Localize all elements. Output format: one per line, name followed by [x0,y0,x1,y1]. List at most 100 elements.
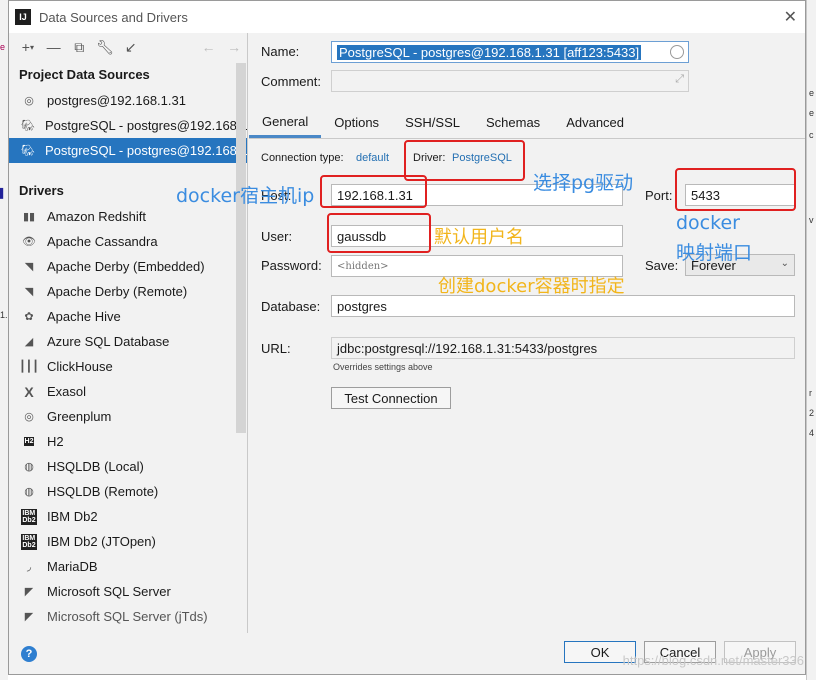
url-field[interactable]: jdbc:postgresql://192.168.1.31:5433/post… [331,337,795,359]
close-icon[interactable]: ✕ [784,7,797,27]
driver-item[interactable]: ✿ Apache Hive [9,304,247,329]
password-field[interactable]: <hidden> [331,255,623,277]
save-select-value: Forever [691,258,736,273]
driver-item-label: Azure SQL Database [47,334,170,349]
driver-item[interactable]: ◎ Greenplum [9,404,247,429]
tab-ssh-ssl[interactable]: SSH/SSL [392,107,473,138]
editor-fragment: 1. [0,310,8,320]
driver-item-label: ClickHouse [47,359,113,374]
mariadb-icon: ◞ [26,561,32,573]
remove-icon[interactable]: — [41,36,67,58]
driver-item-label: Greenplum [47,409,112,424]
ibm-db2-icon: IBM Db2 [21,508,37,525]
exasol-icon: X [24,383,34,400]
driver-item[interactable]: ◍ HSQLDB (Remote) [9,479,247,504]
elephant-icon: 🐘︎ [21,120,35,132]
postgres-icon: ◎ [24,95,34,107]
source-item[interactable]: 🐘︎ PostgreSQL - postgres@192.168.1 [9,113,247,138]
help-icon[interactable]: ? [21,646,37,662]
chevron-down-icon: ⌄ [780,258,789,269]
comment-label: Comment: [261,74,321,89]
user-field[interactable]: gaussdb [331,225,623,247]
driver-item[interactable]: ◍ HSQLDB (Local) [9,454,247,479]
window-title: Data Sources and Drivers [39,9,188,25]
azure-icon: ◢ [24,336,34,348]
clickhouse-icon: ┃┃┃ [19,361,39,373]
driver-item-label: Microsoft SQL Server [47,584,171,599]
driver-item[interactable]: X Exasol [9,379,247,404]
driver-item-label: Apache Hive [47,309,121,324]
expand-icon[interactable]: ⤢ [675,73,684,86]
cassandra-icon: 👁︎ [22,236,36,248]
port-field[interactable]: 5433 [685,184,795,206]
driver-item[interactable]: IBM Db2 IBM Db2 (JTOpen) [9,529,247,554]
hsqldb-icon: ◍ [24,486,34,498]
url-label: URL: [261,341,291,356]
driver-item[interactable]: ┃┃┃ ClickHouse [9,354,247,379]
driver-item-label: Apache Cassandra [47,234,158,249]
host-field[interactable]: 192.168.1.31 [331,184,623,206]
project-sources-heading: Project Data Sources [19,67,150,82]
driver-item[interactable]: ◥ Apache Derby (Remote) [9,279,247,304]
database-field[interactable]: postgres [331,295,795,317]
driver-item-label: Apache Derby (Remote) [47,284,188,299]
editor-fragment: 2 [809,408,815,418]
name-field[interactable]: PostgreSQL - postgres@192.168.1.31 [aff1… [331,41,689,63]
color-circle-icon[interactable] [670,45,684,59]
driver-item-label: MariaDB [47,559,98,574]
ibm-db2-icon: IBM Db2 [21,533,37,550]
name-field-value: PostgreSQL - postgres@192.168.1.31 [aff1… [337,45,642,60]
add-icon[interactable]: + ▾ [15,36,41,58]
redshift-icon: ▮▮ [22,211,36,223]
tab-advanced[interactable]: Advanced [553,107,637,138]
user-label: User: [261,229,293,244]
driver-link[interactable]: PostgreSQL [452,152,512,164]
driver-item-label: HSQLDB (Remote) [47,484,159,499]
derby-icon: ◥ [24,286,34,298]
connection-type-link[interactable]: default [356,152,389,164]
source-item[interactable]: ◎ postgres@192.168.1.31 [9,88,247,113]
settings-panel: Name: PostgreSQL - postgres@192.168.1.31… [249,33,805,633]
tab-schemas[interactable]: Schemas [473,107,553,138]
port-label: Port: [645,188,673,203]
tab-general[interactable]: General [249,107,322,138]
test-connection-button[interactable]: Test Connection [331,387,451,409]
editor-fragment: e [809,108,815,118]
intellij-logo-icon: IJ [15,9,31,25]
driver-item[interactable]: ◤ Microsoft SQL Server [9,579,247,604]
elephant-icon: 🐘︎ [21,145,35,157]
driver-item[interactable]: ◤ Microsoft SQL Server (jTds) [9,604,247,629]
sqlserver-icon: ◤ [24,586,34,598]
duplicate-icon[interactable]: ⧉ [66,36,92,58]
save-select[interactable]: Forever ⌄ [685,254,795,276]
driver-label: Driver: [413,152,446,164]
host-label: Host: [261,188,292,203]
h2-icon: H2 [23,437,35,446]
editor-fragment: e [0,42,6,52]
source-item-selected[interactable]: 🐘︎ PostgreSQL - postgres@192.168.1 [9,138,247,163]
editor-fragment: r [809,388,812,398]
data-sources-dialog: IJ Data Sources and Drivers ✕ + ▾ — ⧉ 🔧︎ … [8,0,806,675]
source-item-label: PostgreSQL - postgres@192.168.1 [44,143,248,158]
database-label: Database: [261,299,321,314]
driver-item[interactable]: IBM Db2 IBM Db2 [9,504,247,529]
settings-tabs: General Options SSH/SSL Schemas Advanced [249,107,805,139]
driver-item[interactable]: ◢ Azure SQL Database [9,329,247,354]
driver-item[interactable]: H2 H2 [9,429,247,454]
sources-panel: + ▾ — ⧉ 🔧︎ ↙ ← → Project Data Sources ◎ p… [9,33,248,633]
back-arrow-icon[interactable]: ← [196,36,222,58]
watermark: https://blog.csdn.net/master336 [622,653,804,668]
connection-type-label: Connection type: [261,152,344,164]
driver-item[interactable]: 👁︎ Apache Cassandra [9,229,247,254]
driver-item[interactable]: ◥ Apache Derby (Embedded) [9,254,247,279]
import-icon[interactable]: ↙ [118,36,144,58]
sources-scrollbar[interactable] [236,63,246,433]
driver-item[interactable]: ▮▮ Amazon Redshift [9,204,247,229]
forward-arrow-icon[interactable]: → [221,36,247,58]
driver-item[interactable]: ◞ MariaDB [9,554,247,579]
name-label: Name: [261,44,300,59]
wrench-icon[interactable]: 🔧︎ [92,36,118,58]
comment-field[interactable]: ⤢ [331,70,689,92]
derby-icon: ◥ [24,261,34,273]
tab-options[interactable]: Options [321,107,392,138]
